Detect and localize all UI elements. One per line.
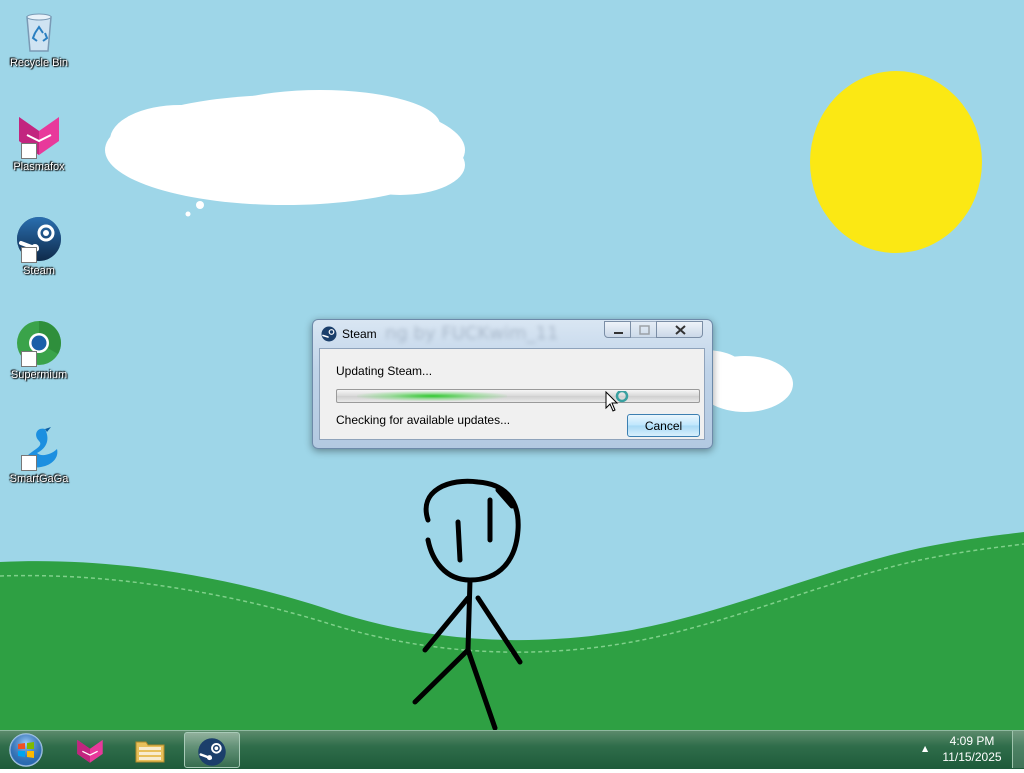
maximize-icon [639, 325, 650, 335]
busy-cursor-icon [605, 391, 629, 412]
taskbar [0, 730, 1024, 769]
steam-icon [321, 326, 337, 342]
show-desktop-button[interactable] [1012, 731, 1024, 768]
desktop-icon-plasmafox[interactable]: Plasmafox [4, 111, 74, 173]
clock-time: 4:09 PM [949, 734, 995, 748]
start-button[interactable] [4, 731, 48, 769]
supermium-icon [15, 319, 63, 367]
shortcut-arrow-icon [21, 351, 37, 367]
shortcut-arrow-icon [21, 143, 37, 159]
folder-icon [135, 741, 165, 763]
recycle-bin-icon [15, 7, 63, 55]
windows-orb-icon [9, 733, 43, 767]
desktop-icon-label: Steam [23, 265, 55, 277]
taskbar-clock[interactable]: 4:09 PM 11/15/2025 [930, 733, 1014, 765]
update-progress-bar [336, 389, 700, 403]
background-watermark-text: ng by FUCKwim_11 [385, 323, 559, 344]
steam-update-dialog[interactable]: ng by FUCKwim_11 Steam Updating Steam...… [312, 319, 713, 449]
progress-indicator [357, 391, 507, 401]
taskbar-button-steam[interactable] [184, 732, 240, 768]
update-detail-text: Checking for available updates... [336, 413, 511, 427]
dialog-content: Updating Steam... Checking for available… [319, 348, 705, 440]
close-icon [675, 325, 686, 335]
desktop-icon-recycle-bin[interactable]: Recycle Bin [4, 7, 74, 69]
steam-icon [198, 738, 226, 766]
desktop-icon-label: Plasmafox [13, 161, 65, 173]
desktop-icon-label: SmartGaGa [9, 473, 69, 485]
plasmafox-icon [77, 739, 103, 763]
shortcut-arrow-icon [21, 455, 37, 471]
plasmafox-icon [15, 111, 63, 159]
dialog-titlebar[interactable]: ng by FUCKwim_11 Steam [313, 320, 712, 348]
minimize-icon [614, 332, 623, 334]
steam-icon [15, 215, 63, 263]
taskbar-button-plasmafox[interactable] [62, 732, 118, 768]
desktop-icon-supermium[interactable]: Supermium [4, 319, 74, 381]
smartgaga-icon [15, 423, 63, 471]
show-hidden-icons-icon[interactable]: ▲ [922, 744, 928, 753]
taskbar-button-file-explorer[interactable] [122, 732, 178, 768]
update-status-text: Updating Steam... [336, 364, 433, 378]
minimize-button[interactable] [604, 321, 631, 338]
close-button[interactable] [656, 321, 703, 338]
desktop-icon-label: Supermium [10, 369, 68, 381]
cancel-button[interactable]: Cancel [627, 414, 700, 437]
maximize-button[interactable] [630, 321, 657, 338]
desktop-icon-steam[interactable]: Steam [4, 215, 74, 277]
sun [810, 71, 982, 253]
desktop-icon-label: Recycle Bin [9, 57, 69, 69]
clock-date: 11/15/2025 [942, 750, 1002, 764]
desktop-icon-smartgaga[interactable]: SmartGaGa [4, 423, 74, 485]
shortcut-arrow-icon [21, 247, 37, 263]
dialog-title: Steam [342, 327, 377, 341]
